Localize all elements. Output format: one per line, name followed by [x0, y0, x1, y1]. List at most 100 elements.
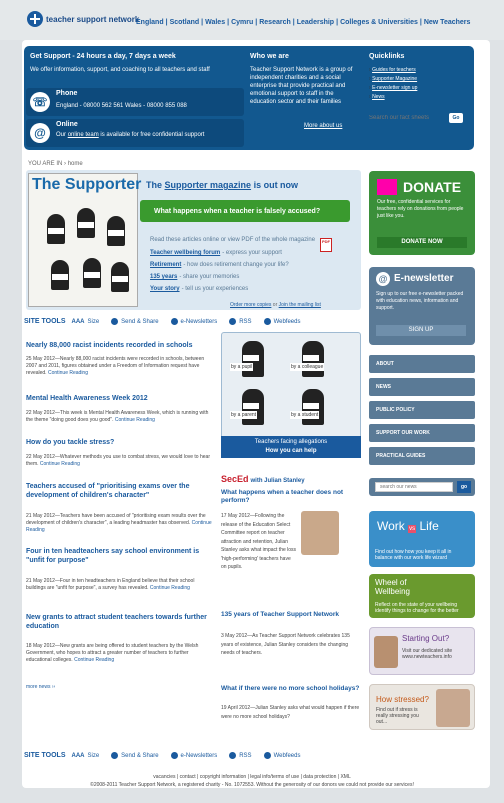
donate-now-button[interactable]: DONATE NOW	[377, 237, 467, 248]
site-name: teacher support network	[46, 14, 140, 24]
news-summary: 18 May 2012—New grants are being offered…	[26, 643, 199, 663]
starting-out-promo[interactable]: Starting Out? Visit our dedicated site w…	[369, 627, 475, 675]
enewsletters-link[interactable]: e-Newsletters	[170, 752, 217, 759]
quicklink-news[interactable]: News	[372, 94, 385, 100]
nav-new-teachers[interactable]: New Teachers	[424, 19, 471, 26]
enewsletters-link[interactable]: e-Newsletters	[170, 318, 217, 325]
more-news-link[interactable]: more news ››	[26, 684, 55, 690]
logo-icon	[27, 11, 43, 27]
text-size-control[interactable]: AAA Size	[72, 319, 100, 325]
news-title[interactable]: Nearly 88,000 racist incidents recorded …	[26, 341, 214, 350]
allegations-caption[interactable]: Teachers facing allegations How you can …	[221, 436, 361, 458]
rss-link[interactable]: RSS	[229, 318, 252, 325]
footer-link-contact[interactable]: contact	[180, 774, 196, 780]
newsletter-icon	[170, 318, 178, 325]
nav-separator: |	[165, 19, 168, 26]
footer-link-data-protection[interactable]: data protection	[303, 774, 336, 780]
quicklink-item[interactable]: › Supporter Magazine	[369, 75, 417, 84]
site-tools-top: SITE TOOLS AAA Size Send & Share e-Newsle…	[24, 318, 312, 325]
news-summary: 22 May 2012—Whatever methods you use to …	[26, 454, 210, 467]
nav-separator: |	[227, 19, 230, 26]
quicklink-item[interactable]: › Guides for teachers	[369, 66, 417, 75]
quicklink-guides-for-teachers[interactable]: Guides for teachers	[372, 67, 416, 73]
seced-item-title[interactable]: 135 years of Teacher Support Network	[221, 611, 361, 619]
nav-scotland[interactable]: Scotland	[170, 19, 200, 26]
order-copies-link[interactable]: Order more copies	[230, 302, 271, 308]
order-mailing: Order more copies or Join the mailing li…	[230, 302, 321, 308]
news-title[interactable]: How do you tackle stress?	[26, 438, 214, 447]
webfeeds-link[interactable]: Webfeeds	[263, 318, 300, 325]
support-text: We offer information, support, and coach…	[30, 67, 210, 73]
sidebar-item-public-policy[interactable]: PUBLIC POLICY	[369, 401, 475, 419]
quicklinks-title: Quicklinks	[369, 53, 405, 60]
send-share-link[interactable]: Send & Share	[111, 752, 159, 759]
rss-link[interactable]: RSS	[229, 752, 252, 759]
sidebar-item-support-our-work[interactable]: SUPPORT OUR WORK	[369, 424, 475, 442]
footer-link-xml[interactable]: XML	[340, 774, 350, 780]
supporter-magazine-link[interactable]: Supporter magazine	[165, 180, 252, 190]
continue-reading-link[interactable]: Continue Reading	[74, 657, 114, 663]
quicklink-supporter-magazine[interactable]: Supporter Magazine	[372, 76, 417, 82]
news-title[interactable]: Four in ten headteachers say school envi…	[26, 547, 214, 565]
quicklink-e-newsletter-sign-up[interactable]: E-newsletter sign up	[372, 85, 417, 91]
nav-colleges-universities[interactable]: Colleges & Universities	[340, 19, 418, 26]
seced-item-summary: 17 May 2012—Following the release of the…	[221, 513, 297, 570]
breadcrumb-home[interactable]: home	[68, 161, 83, 167]
phone-numbers: England - 08000 562 561 Wales - 08000 85…	[56, 103, 187, 109]
continue-reading-link[interactable]: Continue Reading	[48, 370, 88, 376]
webfeed-icon	[263, 752, 271, 759]
copyright: ©2008-2011 Teacher Support Network, a re…	[90, 782, 414, 788]
how-stressed-promo[interactable]: How stressed? Find out if stress is real…	[369, 684, 475, 730]
text-size-control[interactable]: AAA Size	[72, 753, 100, 759]
falsely-accused-banner[interactable]: What happens when a teacher is falsely a…	[140, 200, 350, 222]
sign-up-button[interactable]: SIGN UP	[376, 325, 466, 336]
continue-reading-link[interactable]: Continue Reading	[40, 461, 80, 467]
news-search-input[interactable]	[375, 482, 453, 492]
footer-link-vacancies[interactable]: vacancies	[153, 774, 175, 780]
wheel-of-wellbeing-promo[interactable]: Wheel of Wellbeing Reflect on the state …	[369, 574, 475, 618]
online-label: Online	[56, 121, 78, 128]
fact-sheet-search-button[interactable]: Go	[449, 112, 463, 123]
pdf-icon[interactable]: PDF	[320, 238, 332, 252]
nav-wales[interactable]: Wales	[205, 19, 225, 26]
send-share-link[interactable]: Send & Share	[111, 318, 159, 325]
mailing-list-link[interactable]: Join the mailing list	[279, 302, 321, 308]
site-logo[interactable]: teacher support network	[27, 9, 139, 29]
news-title[interactable]: Mental Health Awareness Week 2012	[26, 394, 214, 403]
article-link[interactable]: Retirement	[150, 262, 181, 268]
magazine-article: Retirement - how does retirement change y…	[150, 262, 289, 268]
quicklink-item[interactable]: › E-newsletter sign up	[369, 84, 417, 93]
continue-reading-link[interactable]: Continue Reading	[150, 585, 190, 591]
webfeeds-link[interactable]: Webfeeds	[263, 752, 300, 759]
quicklink-item[interactable]: › News	[369, 93, 417, 102]
magazine-article: Teacher wellbeing forum - express your su…	[150, 250, 282, 256]
seced-item-title[interactable]: What happens when a teacher does not per…	[221, 489, 361, 505]
newsletter-icon	[170, 752, 178, 759]
nav-cymru[interactable]: Cymru	[231, 19, 253, 26]
share-icon	[111, 752, 119, 759]
nav-research[interactable]: Research	[259, 19, 291, 26]
footer-link-legal-info-terms-of-use[interactable]: legal info/terms of use	[250, 774, 299, 780]
news-search-button[interactable]: go	[457, 481, 471, 493]
nav-separator: |	[292, 19, 295, 26]
news-title[interactable]: Teachers accused of "prioritising exams …	[26, 482, 214, 500]
nav-leadership[interactable]: Leadership	[297, 19, 334, 26]
nav-england[interactable]: England	[136, 19, 164, 26]
footer-link-copyright-information[interactable]: copyright information	[200, 774, 246, 780]
online-team-link[interactable]: online team	[68, 132, 99, 138]
article-link[interactable]: Teacher wellbeing forum	[150, 250, 220, 256]
piggy-bank-icon	[377, 179, 397, 195]
news-summary: 21 May 2012—Teachers have been accused o…	[26, 513, 212, 533]
seced-item-title[interactable]: What if there were no more school holida…	[221, 685, 361, 693]
article-link[interactable]: Your story	[150, 286, 180, 292]
sidebar-item-about[interactable]: ABOUT	[369, 355, 475, 373]
article-link[interactable]: 135 years	[150, 274, 177, 280]
continue-reading-link[interactable]: Continue Reading	[115, 417, 155, 423]
sidebar-item-news[interactable]: NEWS	[369, 378, 475, 396]
work-life-promo[interactable]: Work vs Life Find out how how you keep i…	[369, 511, 475, 567]
sidebar-item-practical-guides[interactable]: PRACTICAL GUIDES	[369, 447, 475, 465]
more-about-link[interactable]: More about us	[304, 123, 342, 129]
news-title[interactable]: New grants to attract student teachers t…	[26, 613, 214, 631]
fact-sheet-search-input[interactable]	[369, 112, 449, 123]
magazine-headline: The Supporter magazine is out now	[146, 180, 299, 190]
